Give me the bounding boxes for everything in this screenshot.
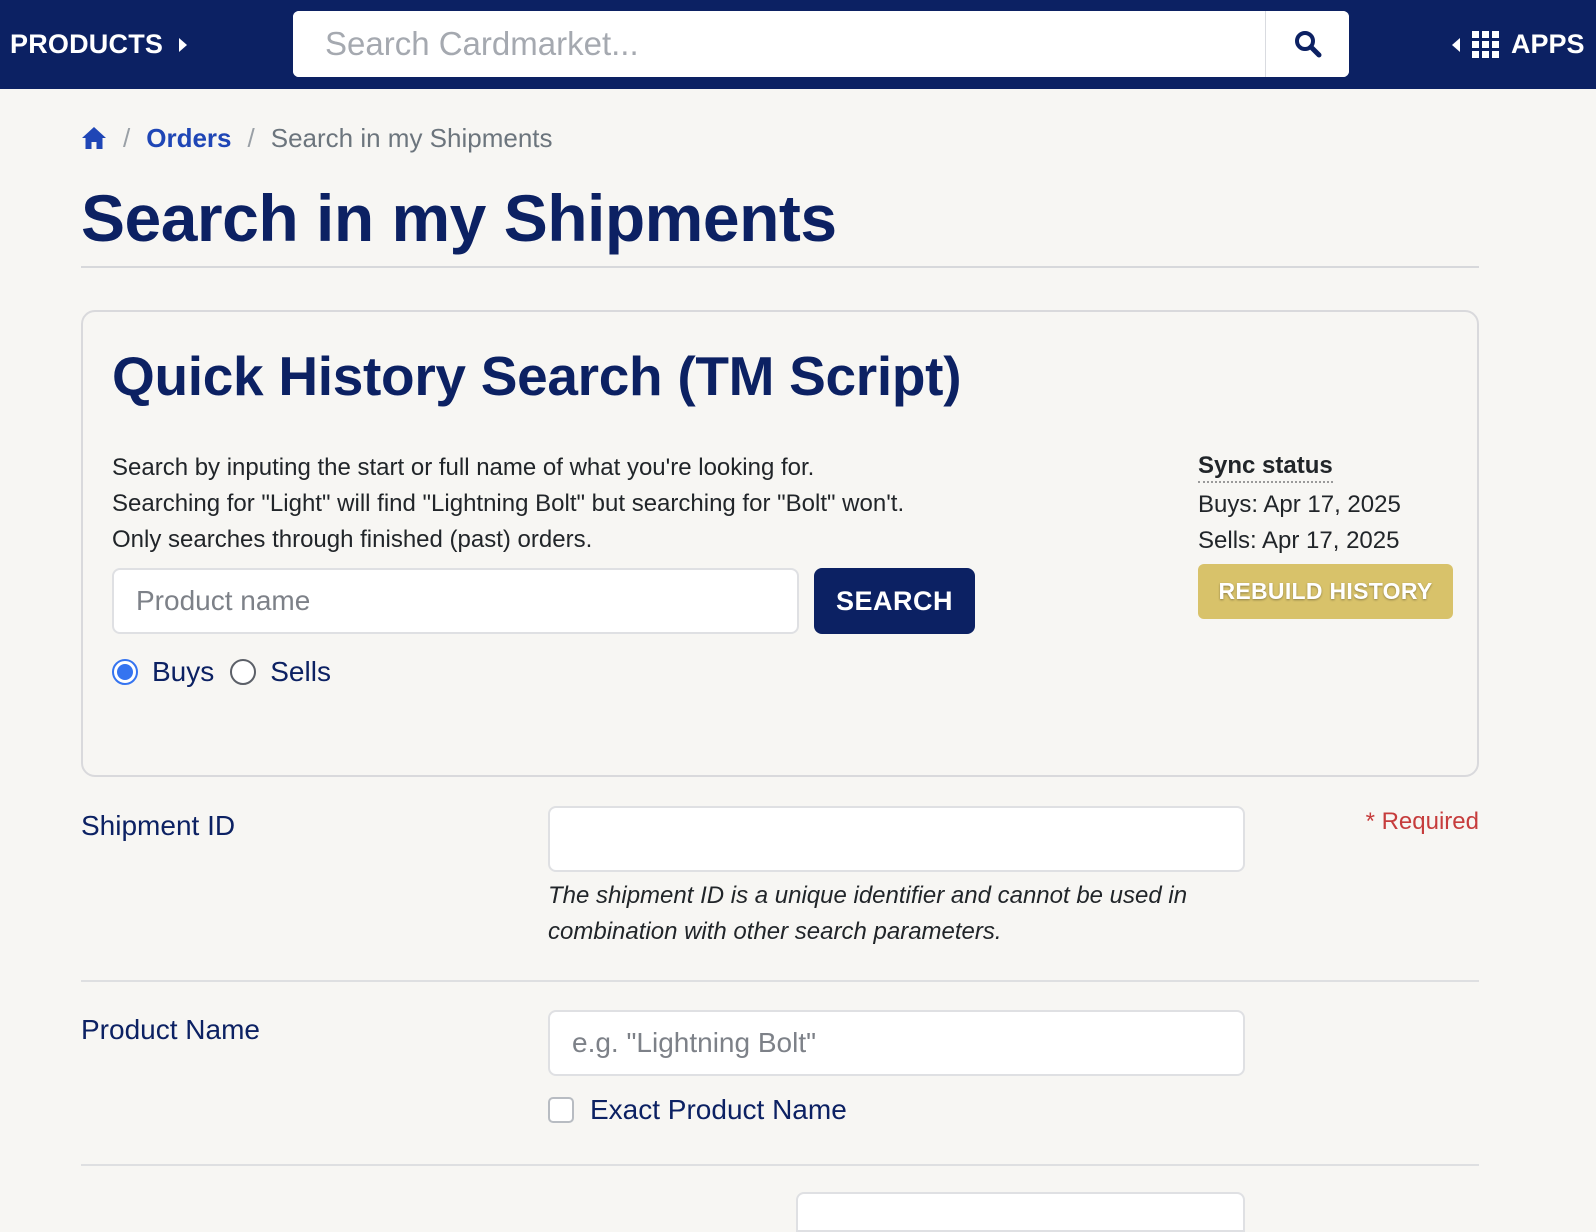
breadcrumb-orders-link[interactable]: Orders <box>146 123 231 154</box>
apps-menu-button[interactable]: APPS <box>1452 24 1585 64</box>
radio-buys[interactable] <box>112 659 138 685</box>
products-menu-button[interactable]: PRODUCTS <box>10 24 188 64</box>
radio-sells[interactable] <box>230 659 257 685</box>
row-divider <box>81 1164 1479 1166</box>
quick-history-product-input[interactable] <box>112 568 799 634</box>
product-name-input[interactable] <box>548 1010 1245 1076</box>
global-search-input[interactable] <box>293 11 1265 77</box>
products-label: PRODUCTS <box>10 28 164 59</box>
next-row-input[interactable] <box>796 1192 1245 1232</box>
shipment-id-input[interactable] <box>548 806 1245 872</box>
caret-left-icon <box>1452 38 1460 52</box>
title-divider <box>81 266 1479 268</box>
search-icon <box>1294 31 1321 58</box>
quick-history-card: Quick History Search (TM Script) Search … <box>81 310 1479 777</box>
quick-history-description: Search by inputing the start or full nam… <box>112 450 1012 558</box>
page-title: Search in my Shipments <box>81 181 837 255</box>
radio-sells-label[interactable]: Sells <box>270 656 331 688</box>
sync-status-title: Sync status <box>1198 451 1333 483</box>
breadcrumb-separator: / <box>247 122 255 153</box>
shipment-id-label: Shipment ID <box>81 810 236 841</box>
quick-history-search-button[interactable]: SEARCH <box>814 568 975 634</box>
buys-sells-radio-group: Buys Sells <box>112 656 347 688</box>
radio-buys-label[interactable]: Buys <box>152 656 214 688</box>
breadcrumb-current: Search in my Shipments <box>270 122 553 153</box>
exact-product-name-option: Exact Product Name <box>548 1094 847 1126</box>
apps-label: APPS <box>1511 28 1585 59</box>
global-search-button[interactable] <box>1265 11 1349 77</box>
shipment-id-help: The shipment ID is a unique identifier a… <box>548 882 1188 945</box>
sync-buys-date: Buys: Apr 17, 2025 <box>1198 491 1401 518</box>
description-line: Searching for "Light" will find "Lightni… <box>112 490 905 517</box>
breadcrumb-separator: / <box>123 122 131 153</box>
caret-right-icon <box>179 38 188 52</box>
global-search <box>293 11 1349 77</box>
row-divider <box>81 980 1479 982</box>
quick-history-title: Quick History Search (TM Script) <box>112 345 962 407</box>
sync-status: Sync status Buys: Apr 17, 2025 Sells: Ap… <box>1198 448 1401 559</box>
description-line: Search by inputing the start or full nam… <box>112 454 815 481</box>
exact-product-name-checkbox[interactable] <box>548 1097 574 1123</box>
home-icon <box>82 127 106 149</box>
top-navbar: PRODUCTS APPS <box>0 0 1596 89</box>
breadcrumb-home[interactable] <box>81 126 107 150</box>
sync-sells-date: Sells: Apr 17, 2025 <box>1198 527 1400 554</box>
description-line: Only searches through finished (past) or… <box>112 526 593 553</box>
product-name-label: Product Name <box>81 1014 260 1045</box>
exact-product-name-label[interactable]: Exact Product Name <box>590 1094 847 1126</box>
rebuild-history-button[interactable]: REBUILD HISTORY <box>1198 564 1453 619</box>
breadcrumb: / Orders / Search in my Shipments <box>81 120 553 156</box>
required-indicator: * Required <box>1365 808 1479 835</box>
apps-grid-icon <box>1472 30 1499 58</box>
